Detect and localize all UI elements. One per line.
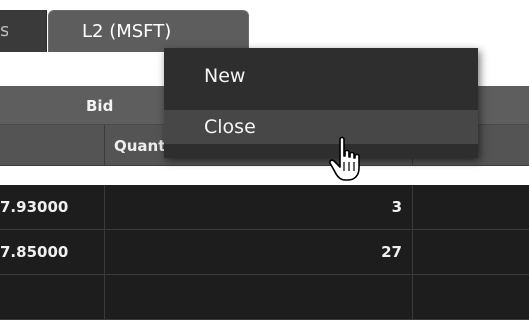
hand-pointer-icon	[329, 136, 360, 181]
cell-divider	[104, 230, 105, 274]
tab-strip-empty	[249, 10, 529, 52]
cell-divider	[412, 230, 413, 274]
cell-divider	[104, 275, 105, 319]
quantity-cell: 27	[381, 243, 402, 261]
table-row[interactable]	[0, 230, 529, 275]
bid-group-header: Bid	[86, 97, 114, 115]
cell-divider	[412, 275, 413, 319]
price-cell: 7.93000	[0, 198, 69, 216]
table-row[interactable]	[0, 185, 529, 230]
table-row[interactable]	[0, 275, 529, 320]
cell-divider	[104, 185, 105, 229]
price-cell: 7.85000	[0, 243, 69, 261]
menu-item-close[interactable]: Close	[164, 110, 478, 144]
cell-divider	[412, 185, 413, 229]
column-divider[interactable]	[104, 125, 105, 165]
tab-l2-msft-label: L2 (MSFT)	[82, 21, 172, 42]
menu-item-new[interactable]: New	[164, 59, 478, 93]
quantity-cell: 3	[391, 198, 402, 216]
tab-previous-label: s	[0, 20, 8, 41]
